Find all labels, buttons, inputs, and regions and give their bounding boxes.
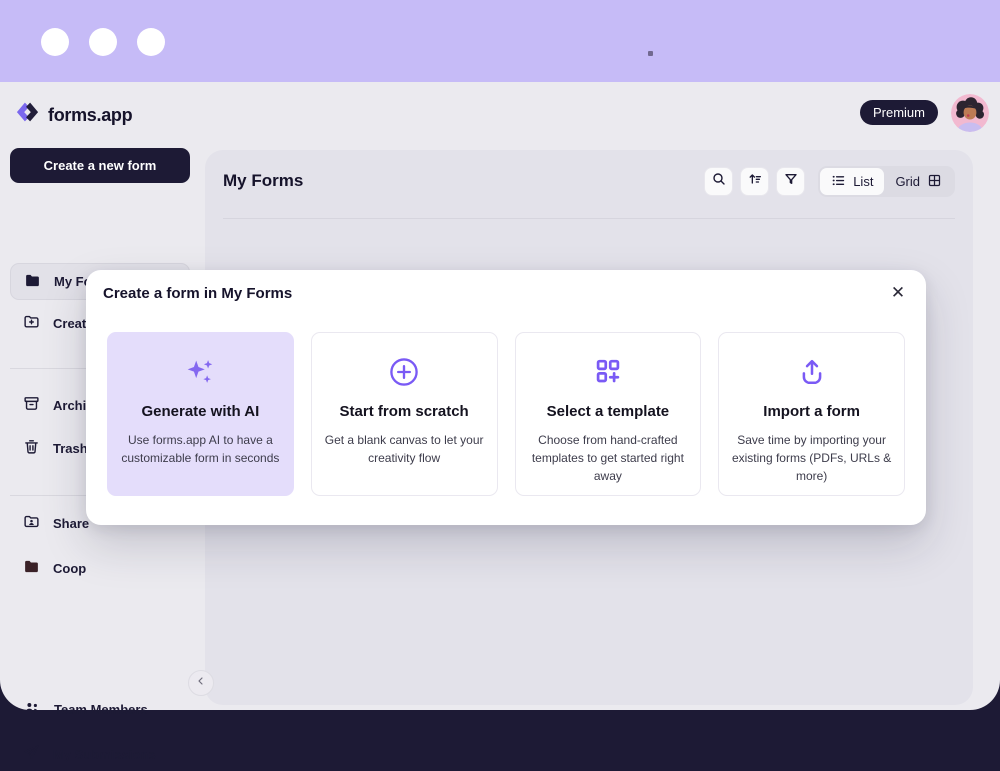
premium-badge[interactable]: Premium [859, 100, 938, 125]
window-control-dot[interactable] [137, 28, 165, 56]
logo[interactable]: forms.app [14, 99, 133, 131]
paper-plane-icon [23, 744, 40, 764]
card-select-a-template[interactable]: Select a template Choose from hand-craft… [514, 332, 702, 496]
window-control-dot[interactable] [41, 28, 69, 56]
toolbar: List Grid [704, 166, 955, 197]
template-grid-icon [528, 354, 689, 390]
trash-icon [23, 438, 40, 458]
user-avatar[interactable] [951, 94, 989, 132]
list-icon [831, 173, 846, 191]
toolbar-divider [223, 218, 955, 219]
view-toggle-list[interactable]: List [820, 168, 885, 195]
filter-button[interactable] [776, 167, 806, 196]
shared-folder-icon [23, 513, 40, 533]
sidebar-item-coop-folder[interactable]: Coop [10, 551, 190, 585]
folder-plus-icon [23, 313, 40, 333]
create-form-modal: Create a form in My Forms ✕ Generate wit… [86, 270, 926, 525]
sort-icon [747, 171, 763, 192]
window-control-dot[interactable] [89, 28, 117, 56]
sort-button[interactable] [740, 167, 770, 196]
mouse-cursor [648, 51, 653, 56]
app-window: forms.app Premium Create a new form My F… [0, 0, 1000, 762]
sidebar-item-team-members[interactable]: Team Members [10, 692, 190, 726]
view-toggle-grid[interactable]: Grid [884, 168, 953, 195]
solid-folder-icon [23, 558, 40, 578]
create-new-form-button[interactable]: Create a new form [10, 148, 190, 183]
card-generate-with-ai[interactable]: Generate with AI Use forms.app AI to hav… [107, 332, 294, 496]
close-icon[interactable]: ✕ [885, 280, 911, 306]
archive-icon [23, 395, 40, 415]
team-members-icon [23, 699, 41, 720]
create-options: Generate with AI Use forms.app AI to hav… [107, 332, 905, 496]
chevron-left-icon [195, 674, 207, 692]
sparkles-icon [120, 354, 281, 390]
app-header: forms.app Premium [0, 82, 1000, 146]
plus-circle-icon [324, 354, 485, 390]
page-title: My Forms [223, 171, 304, 190]
sidebar-item-my-submissions[interactable]: My Submissions [10, 737, 190, 771]
view-toggle: List Grid [818, 166, 955, 197]
logo-text: forms.app [48, 104, 133, 125]
folder-icon [24, 272, 41, 292]
modal-title: Create a form in My Forms [103, 285, 293, 302]
card-start-from-scratch[interactable]: Start from scratch Get a blank canvas to… [310, 332, 498, 496]
search-icon [711, 171, 727, 192]
forms-app-logo-icon [14, 99, 41, 131]
titlebar [0, 0, 1000, 82]
card-import-a-form[interactable]: Import a form Save time by importing you… [718, 332, 905, 496]
upload-icon [731, 354, 892, 390]
grid-icon [927, 173, 942, 191]
filter-icon [783, 171, 799, 192]
sidebar-collapse-button[interactable] [188, 670, 214, 696]
search-button[interactable] [704, 167, 734, 196]
